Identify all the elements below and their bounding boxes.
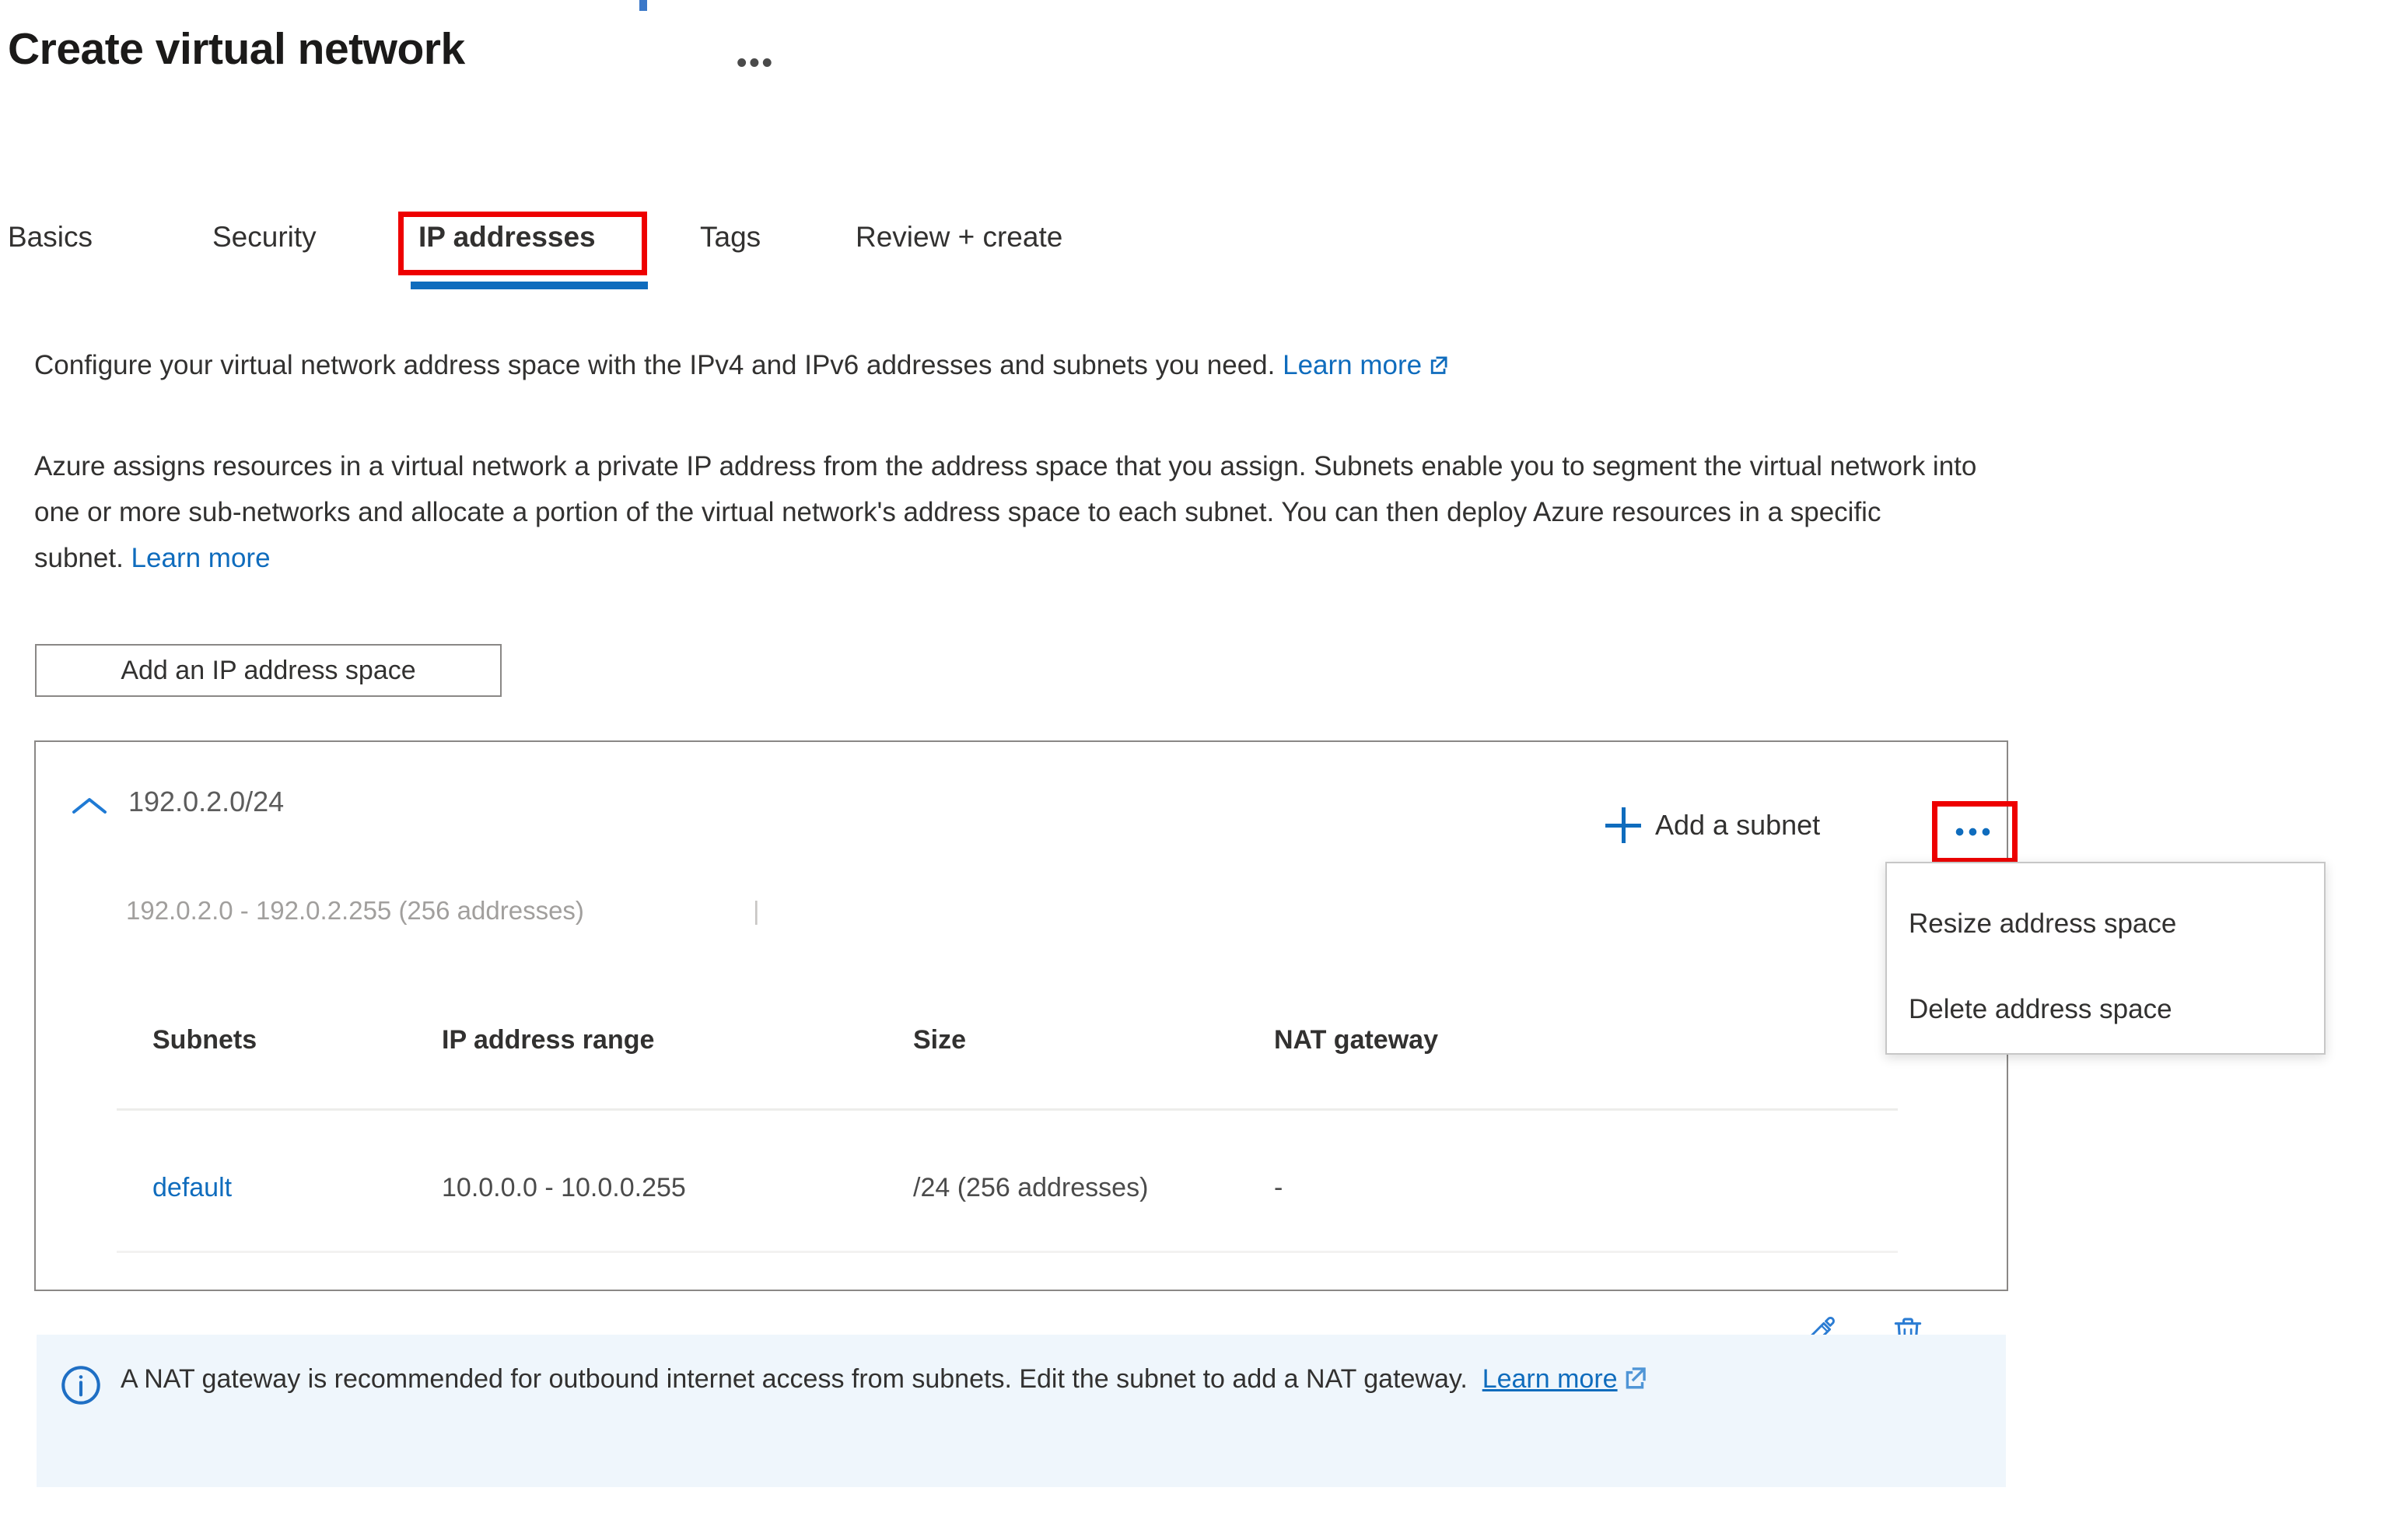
description-line-2: Azure assigns resources in a virtual net… <box>34 443 2018 581</box>
description-line-1-text: Configure your virtual network address s… <box>34 350 1283 380</box>
top-edge-artifact <box>639 0 647 11</box>
address-space-range-separator: | <box>753 896 760 925</box>
nat-gateway-info-banner: A NAT gateway is recommended for outboun… <box>37 1335 2006 1487</box>
add-ip-address-space-button[interactable]: Add an IP address space <box>35 644 502 697</box>
nat-banner-learn-more-link[interactable]: Learn more <box>1482 1364 1618 1394</box>
menu-item-resize-address-space[interactable]: Resize address space <box>1887 893 2324 955</box>
chevron-up-icon[interactable] <box>72 795 107 818</box>
subnet-name-cell: default <box>152 1173 232 1203</box>
nat-banner-message: A NAT gateway is recommended for outboun… <box>121 1364 1482 1394</box>
external-link-icon <box>1428 344 1450 390</box>
nat-banner-text: A NAT gateway is recommended for outboun… <box>121 1358 1649 1487</box>
column-header-ip-address-range: IP address range <box>442 1025 655 1055</box>
learn-more-link-1[interactable]: Learn more <box>1283 350 1422 380</box>
address-space-context-menu: Resize address space Delete address spac… <box>1885 862 2326 1055</box>
address-space-more-button[interactable]: ••• <box>1937 806 2013 859</box>
column-header-size: Size <box>913 1025 967 1055</box>
tab-basics[interactable]: Basics <box>8 210 93 254</box>
tab-tags[interactable]: Tags <box>700 210 761 254</box>
ellipsis-horizontal-icon: ••• <box>1955 817 1995 847</box>
subnet-name-link[interactable]: default <box>152 1173 232 1202</box>
info-circle-icon <box>58 1363 103 1408</box>
table-row[interactable]: default 10.0.0.0 - 10.0.0.255 /24 (256 a… <box>34 1173 2008 1351</box>
subnet-ip-range-cell: 10.0.0.0 - 10.0.0.255 <box>442 1173 686 1202</box>
learn-more-link-2[interactable]: Learn more <box>131 543 271 573</box>
menu-item-delete-address-space[interactable]: Delete address space <box>1887 978 2324 1041</box>
external-link-icon <box>1618 1361 1649 1403</box>
address-space-range: 192.0.2.0 - 192.0.2.255 (256 addresses) <box>126 896 584 925</box>
plus-icon <box>1605 807 1641 843</box>
tab-review-create[interactable]: Review + create <box>856 210 1062 254</box>
description-line-1: Configure your virtual network address s… <box>34 342 1979 388</box>
subnet-size-cell: /24 (256 addresses) <box>913 1173 1149 1202</box>
tab-strip: Basics Security IP addresses Tags Review… <box>0 210 2408 296</box>
add-a-subnet-label: Add a subnet <box>1655 809 1821 841</box>
table-row-divider <box>117 1251 1898 1253</box>
address-space-cidr: 192.0.2.0/24 <box>128 786 285 817</box>
tab-security[interactable]: Security <box>212 210 317 254</box>
tab-ip-addresses[interactable]: IP addresses <box>418 210 596 254</box>
ellipsis-horizontal-icon[interactable]: ••• <box>737 48 775 78</box>
table-header-divider <box>117 1108 1898 1111</box>
description-line-2-text: Azure assigns resources in a virtual net… <box>34 451 1977 573</box>
add-a-subnet-button[interactable]: Add a subnet <box>1605 801 1820 849</box>
column-header-subnets: Subnets <box>152 1025 257 1055</box>
column-header-nat-gateway: NAT gateway <box>1274 1025 1438 1055</box>
table-header-row: Subnets IP address range Size NAT gatewa… <box>34 1025 2008 1087</box>
subnet-nat-gateway-cell: - <box>1274 1173 1283 1202</box>
tab-selected-underline <box>411 282 648 289</box>
page-title: Create virtual network <box>8 24 465 74</box>
